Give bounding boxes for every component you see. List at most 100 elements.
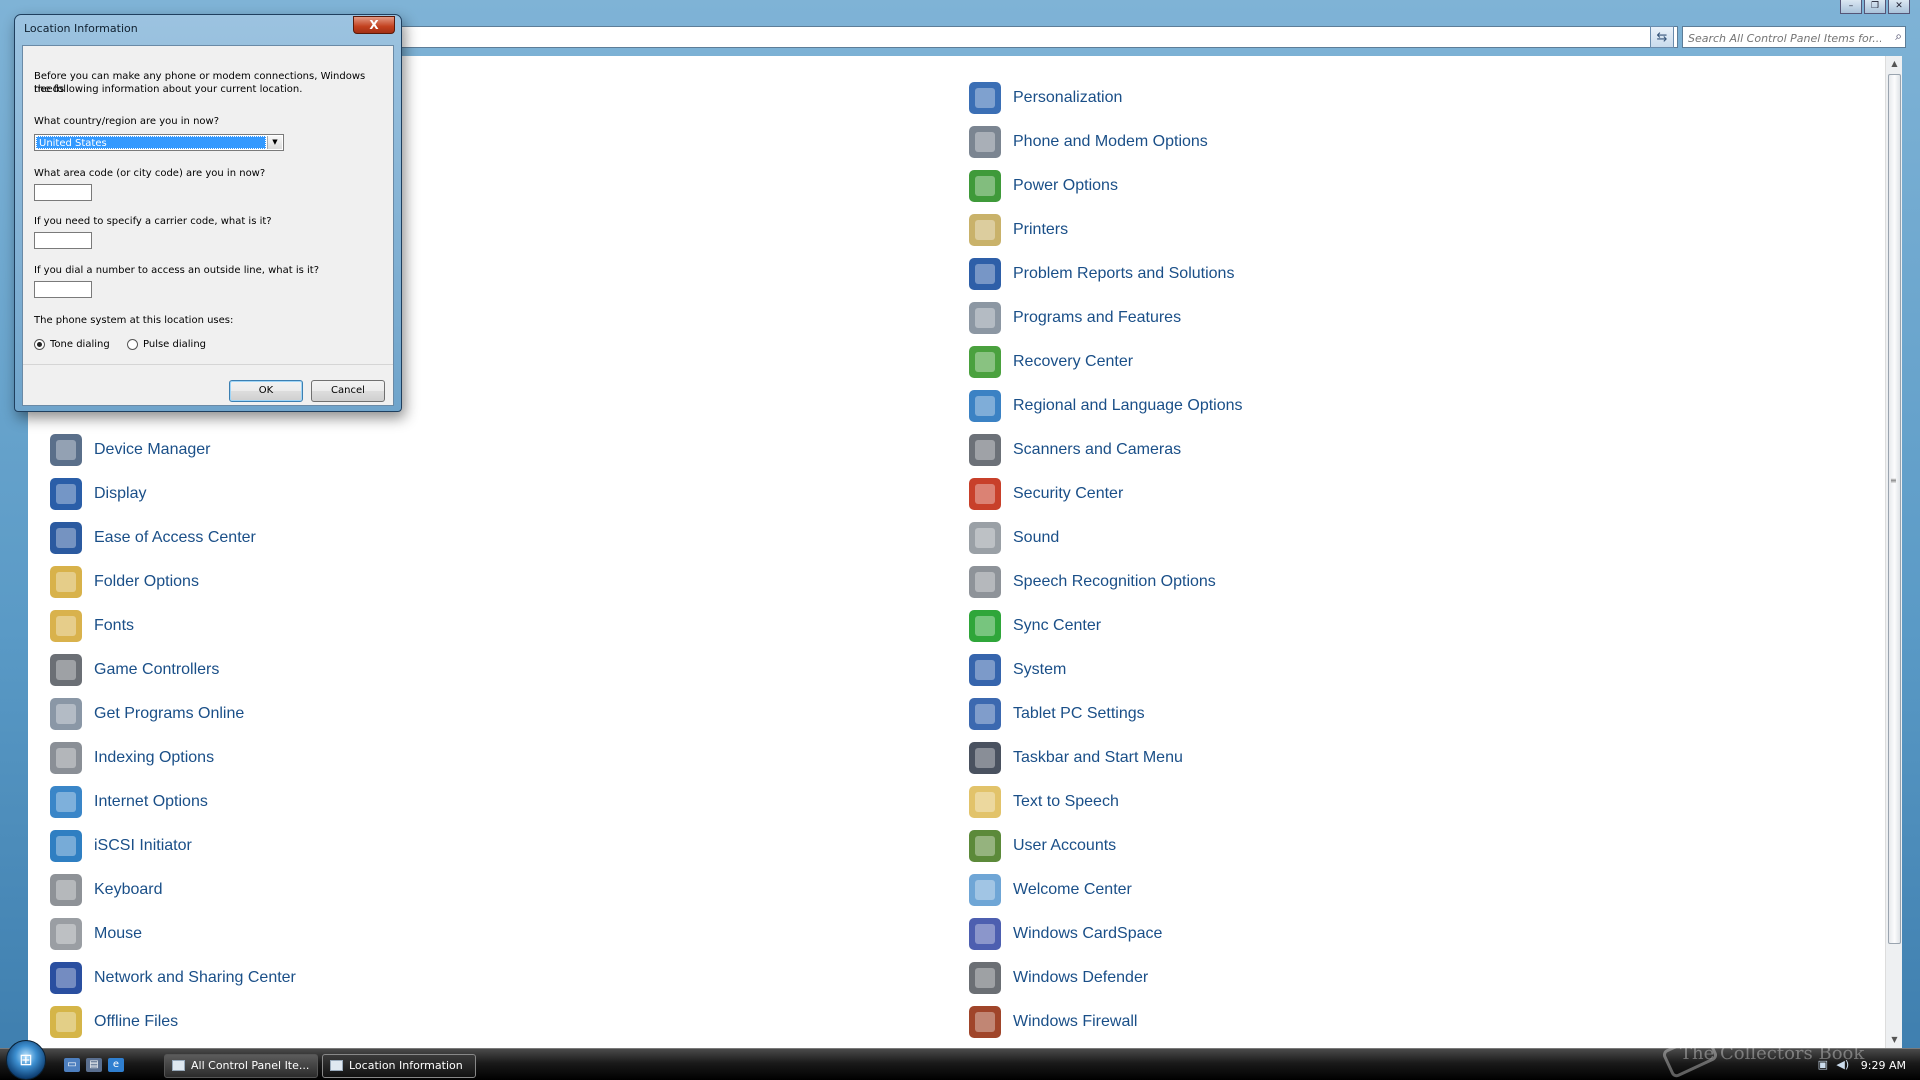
cp-item-label[interactable]: Programs and Features	[1013, 309, 1181, 327]
maximize-button[interactable]: ❐	[1864, 0, 1886, 14]
cp-item-label[interactable]: Device Manager	[94, 441, 211, 459]
vertical-scrollbar[interactable]: ▲ ≡ ▼	[1885, 56, 1902, 1048]
cp-item-internet-options[interactable]: Internet Options	[50, 786, 208, 818]
cp-item-label[interactable]: Speech Recognition Options	[1013, 573, 1216, 591]
cp-item-windows-firewall[interactable]: Windows Firewall	[969, 1006, 1137, 1038]
cp-item-programs-features[interactable]: Programs and Features	[969, 302, 1181, 334]
cp-item-label[interactable]: Keyboard	[94, 881, 163, 899]
cp-item-label[interactable]: System	[1013, 661, 1066, 679]
cp-item-phone-modem[interactable]: Phone and Modem Options	[969, 126, 1208, 158]
outside-line-input[interactable]	[34, 281, 92, 298]
cp-item-personalization[interactable]: Personalization	[969, 82, 1122, 114]
cp-item-label[interactable]: Internet Options	[94, 793, 208, 811]
internet-explorer-icon[interactable]: e	[108, 1058, 124, 1072]
cp-item-scanners-cameras[interactable]: Scanners and Cameras	[969, 434, 1181, 466]
cp-item-sync-center[interactable]: Sync Center	[969, 610, 1101, 642]
scroll-up-icon[interactable]: ▲	[1886, 56, 1903, 72]
cp-item-recovery-center[interactable]: Recovery Center	[969, 346, 1133, 378]
cp-item-label[interactable]: User Accounts	[1013, 837, 1116, 855]
scroll-down-icon[interactable]: ▼	[1886, 1032, 1903, 1048]
cp-item-display[interactable]: Display	[50, 478, 146, 510]
search-icon[interactable]: ⌕	[1895, 29, 1902, 44]
cp-item-system[interactable]: System	[969, 654, 1066, 686]
address-bar[interactable]: ▼	[400, 26, 1678, 48]
cp-item-label[interactable]: Indexing Options	[94, 749, 214, 767]
cp-item-indexing-options[interactable]: Indexing Options	[50, 742, 214, 774]
cp-item-label[interactable]: iSCSI Initiator	[94, 837, 192, 855]
carrier-code-input[interactable]	[34, 232, 92, 249]
cancel-button[interactable]: Cancel	[311, 380, 385, 402]
cp-item-label[interactable]: Game Controllers	[94, 661, 219, 679]
cp-item-label[interactable]: Offline Files	[94, 1013, 178, 1031]
area-code-input[interactable]	[34, 184, 92, 201]
cp-item-sound[interactable]: Sound	[969, 522, 1059, 554]
cp-item-problem-reports[interactable]: Problem Reports and Solutions	[969, 258, 1234, 290]
search-input[interactable]	[1683, 28, 1881, 49]
switch-windows-icon[interactable]: ▤	[86, 1058, 102, 1072]
cp-item-iscsi-initiator[interactable]: iSCSI Initiator	[50, 830, 192, 862]
search-box[interactable]: ⌕	[1682, 26, 1906, 49]
chevron-down-icon[interactable]: ▼	[267, 136, 282, 149]
cp-item-label[interactable]: Windows Firewall	[1013, 1013, 1137, 1031]
cp-item-label[interactable]: Ease of Access Center	[94, 529, 256, 547]
cp-item-device-manager[interactable]: Device Manager	[50, 434, 211, 466]
cp-item-power-options[interactable]: Power Options	[969, 170, 1118, 202]
cp-item-label[interactable]: Phone and Modem Options	[1013, 133, 1208, 151]
taskbar-button[interactable]: Location Information	[322, 1054, 476, 1078]
cp-item-label[interactable]: Recovery Center	[1013, 353, 1133, 371]
close-button[interactable]: ✕	[1888, 0, 1910, 14]
cp-item-user-accounts[interactable]: User Accounts	[969, 830, 1116, 862]
start-button[interactable]: ⊞	[6, 1040, 46, 1080]
radio-unselected-icon[interactable]	[127, 339, 138, 350]
ok-button[interactable]: OK	[229, 380, 303, 402]
pulse-dialing-radio[interactable]: Pulse dialing	[127, 339, 206, 350]
cp-item-label[interactable]: Sound	[1013, 529, 1059, 547]
cp-item-label[interactable]: Get Programs Online	[94, 705, 244, 723]
cp-item-offline-files[interactable]: Offline Files	[50, 1006, 178, 1038]
cp-item-folder-options[interactable]: Folder Options	[50, 566, 199, 598]
cp-item-label[interactable]: Windows CardSpace	[1013, 925, 1162, 943]
radio-selected-icon[interactable]	[34, 339, 45, 350]
cp-item-label[interactable]: Network and Sharing Center	[94, 969, 296, 987]
cp-item-welcome-center[interactable]: Welcome Center	[969, 874, 1132, 906]
scroll-thumb[interactable]	[1888, 74, 1901, 944]
cp-item-ease-of-access[interactable]: Ease of Access Center	[50, 522, 256, 554]
cp-item-regional-language[interactable]: Regional and Language Options	[969, 390, 1243, 422]
cp-item-security-center[interactable]: Security Center	[969, 478, 1123, 510]
cp-item-label[interactable]: Printers	[1013, 221, 1068, 239]
cp-item-label[interactable]: Tablet PC Settings	[1013, 705, 1145, 723]
minimize-button[interactable]: –	[1840, 0, 1862, 14]
cp-item-label[interactable]: Mouse	[94, 925, 142, 943]
cp-item-text-to-speech[interactable]: Text to Speech	[969, 786, 1119, 818]
cp-item-label[interactable]: Folder Options	[94, 573, 199, 591]
clock[interactable]: 9:29 AM	[1861, 1059, 1906, 1072]
cp-item-label[interactable]: Power Options	[1013, 177, 1118, 195]
cp-item-get-programs-online[interactable]: Get Programs Online	[50, 698, 244, 730]
cp-item-windows-defender[interactable]: Windows Defender	[969, 962, 1148, 994]
cp-item-label[interactable]: Text to Speech	[1013, 793, 1119, 811]
refresh-icon[interactable]: ⇆	[1650, 26, 1674, 48]
dialog-close-button[interactable]: X	[353, 16, 395, 34]
cp-item-label[interactable]: Fonts	[94, 617, 134, 635]
cp-item-label[interactable]: Taskbar and Start Menu	[1013, 749, 1183, 767]
cp-item-label[interactable]: Problem Reports and Solutions	[1013, 265, 1234, 283]
cp-item-network-sharing[interactable]: Network and Sharing Center	[50, 962, 296, 994]
cp-item-cardspace[interactable]: Windows CardSpace	[969, 918, 1162, 950]
tone-dialing-radio[interactable]: Tone dialing	[34, 339, 110, 350]
cp-item-label[interactable]: Display	[94, 485, 146, 503]
cp-item-tablet-pc[interactable]: Tablet PC Settings	[969, 698, 1145, 730]
cp-item-label[interactable]: Sync Center	[1013, 617, 1101, 635]
cp-item-fonts[interactable]: Fonts	[50, 610, 134, 642]
show-desktop-icon[interactable]: ▭	[64, 1058, 80, 1072]
taskbar-button[interactable]: All Control Panel Ite...	[164, 1054, 318, 1078]
cp-item-speech-recognition[interactable]: Speech Recognition Options	[969, 566, 1216, 598]
cp-item-label[interactable]: Welcome Center	[1013, 881, 1132, 899]
cp-item-label[interactable]: Security Center	[1013, 485, 1123, 503]
cp-item-label[interactable]: Scanners and Cameras	[1013, 441, 1181, 459]
cp-item-label[interactable]: Personalization	[1013, 89, 1122, 107]
cp-item-game-controllers[interactable]: Game Controllers	[50, 654, 219, 686]
cp-item-label[interactable]: Windows Defender	[1013, 969, 1148, 987]
cp-item-mouse[interactable]: Mouse	[50, 918, 142, 950]
cp-item-label[interactable]: Regional and Language Options	[1013, 397, 1243, 415]
cp-item-taskbar-start-menu[interactable]: Taskbar and Start Menu	[969, 742, 1183, 774]
